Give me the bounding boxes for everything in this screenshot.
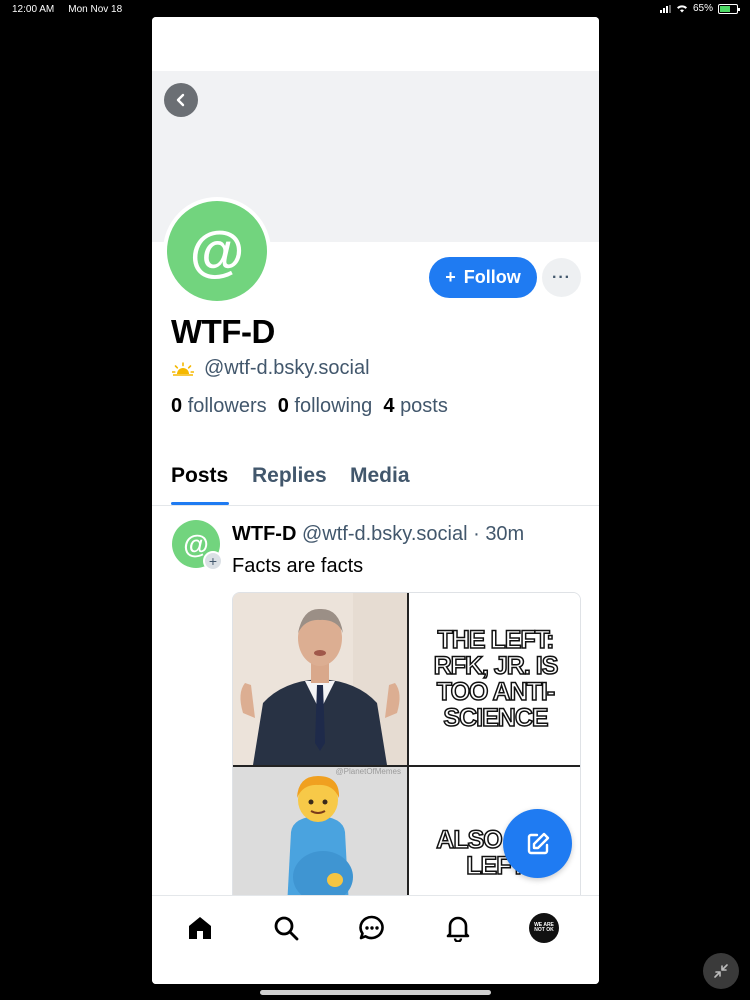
nav-chat[interactable] <box>356 912 388 944</box>
following-count: 0 <box>277 395 289 417</box>
follow-button[interactable]: + Follow <box>429 257 537 298</box>
nav-notifications[interactable] <box>442 912 474 944</box>
handle-row: @wtf-d.bsky.social <box>172 357 370 380</box>
profile-avatar-small: WE ARE NOT OK <box>529 913 559 943</box>
minimize-button[interactable] <box>703 953 739 989</box>
meme-caption-panel-top: THE LEFT: RFK, JR. IS TOO ANTI-SCIENCE <box>409 593 580 765</box>
compose-icon <box>527 832 549 854</box>
bell-icon <box>446 916 470 942</box>
post-handle[interactable]: @wtf-d.bsky.social <box>302 523 468 545</box>
back-button[interactable] <box>164 83 198 117</box>
ellipsis-icon: ··· <box>552 268 571 286</box>
home-icon <box>189 917 211 939</box>
compose-post-button[interactable] <box>503 809 572 878</box>
followers-link[interactable]: followers <box>188 395 267 417</box>
profile-tabs: Posts Replies Media <box>152 460 599 506</box>
pregnant-man-emoji-icon <box>287 776 353 895</box>
post-separator: · <box>473 523 480 545</box>
battery-fill <box>720 5 731 12</box>
tab-posts[interactable]: Posts <box>171 464 228 488</box>
active-tab-indicator <box>171 502 229 505</box>
wifi-icon <box>676 5 687 13</box>
tab-media[interactable]: Media <box>350 464 410 488</box>
tab-replies[interactable]: Replies <box>252 464 327 488</box>
minimize-arrows-icon <box>714 964 728 978</box>
status-bar: 12:00 AM Mon Nov 18 65% <box>0 0 750 18</box>
display-name: WTF-D <box>171 313 275 350</box>
bottom-navigation: WE ARE NOT OK <box>152 895 599 984</box>
followers-count: 0 <box>171 395 183 417</box>
status-time: 12:00 AM <box>12 4 55 15</box>
cellular-signal-icon <box>659 4 671 13</box>
home-indicator[interactable] <box>260 990 491 995</box>
profile-handle[interactable]: @wtf-d.bsky.social <box>204 357 370 380</box>
meme-divider-horizontal <box>233 765 580 767</box>
battery-icon <box>718 3 740 14</box>
nav-home[interactable] <box>184 912 216 944</box>
follow-label: Follow <box>463 267 521 287</box>
speaker-figure <box>233 593 407 765</box>
follow-plus-badge[interactable]: + <box>203 551 223 571</box>
following-link[interactable]: following <box>294 395 372 417</box>
post-header: WTF-D @wtf-d.bsky.social · 30m <box>232 523 524 546</box>
nav-profile[interactable]: WE ARE NOT OK <box>528 912 560 944</box>
meme-emoji-panel: @PlanetOfMemes <box>233 767 407 895</box>
top-spacer <box>152 17 599 71</box>
meme-divider-vertical <box>407 593 409 895</box>
status-date: Mon Nov 18 <box>68 4 123 15</box>
meme-photo-speaker <box>233 593 407 765</box>
chat-icon <box>359 915 384 940</box>
app-window: @ + Follow ··· WTF-D @wtf-d.bsky.social … <box>152 17 599 984</box>
posts-label: posts <box>400 395 448 417</box>
meme-caption-top: THE LEFT: RFK, JR. IS TOO ANTI-SCIENCE <box>433 625 559 733</box>
post-author[interactable]: WTF-D <box>232 523 296 545</box>
post-text: Facts are facts <box>232 555 364 577</box>
chevron-left-icon <box>176 93 185 107</box>
profile-stats: 0 followers 0 following 4 posts <box>171 395 448 418</box>
at-sign-icon: @ <box>189 219 245 282</box>
nav-search[interactable] <box>270 912 302 944</box>
posts-count: 4 <box>383 395 395 417</box>
post-time[interactable]: 30m <box>485 523 524 545</box>
plus-icon: + <box>445 267 456 287</box>
profile-avatar[interactable]: @ <box>163 197 271 305</box>
battery-percent: 65% <box>692 3 713 14</box>
more-options-button[interactable]: ··· <box>542 258 581 297</box>
sun-icon <box>172 361 194 376</box>
post-avatar[interactable]: @ + <box>172 520 223 571</box>
search-icon <box>274 916 299 941</box>
